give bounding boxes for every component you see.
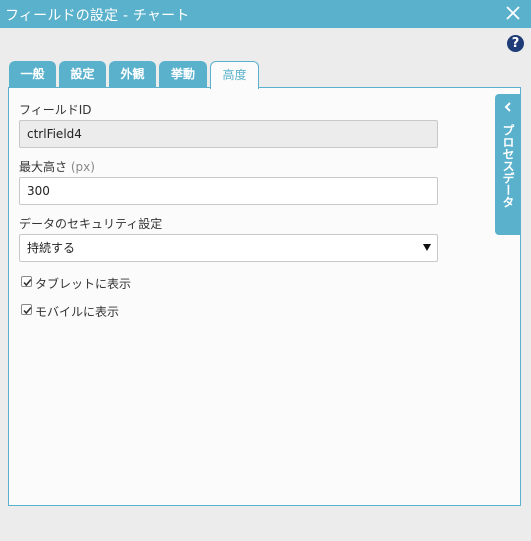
field-id-label: フィールドID	[19, 103, 92, 117]
show-tablet-label[interactable]: タブレットに表示	[35, 275, 131, 292]
process-data-tab[interactable]: プロセスデータ	[495, 94, 521, 235]
max-height-input[interactable]: 300	[19, 177, 438, 205]
settings-panel	[8, 87, 521, 506]
security-select-value: 持続する	[27, 241, 76, 255]
tab-settings[interactable]: 設定	[59, 61, 106, 88]
security-label: データのセキュリティ設定	[19, 217, 163, 231]
caret-down-icon	[423, 244, 431, 251]
help-icon[interactable]: ?	[507, 35, 524, 52]
security-select[interactable]: 持続する	[19, 234, 438, 262]
max-height-label-text: 最大高さ	[19, 160, 68, 174]
chevron-left-icon	[503, 101, 513, 116]
tab-general[interactable]: 一般	[9, 61, 56, 88]
max-height-unit: (px)	[70, 160, 95, 174]
tab-advanced[interactable]: 高度	[210, 61, 259, 89]
tab-behavior[interactable]: 挙動	[159, 61, 207, 88]
show-mobile-label[interactable]: モバイルに表示	[35, 303, 119, 320]
close-icon[interactable]	[504, 4, 522, 22]
checkmark-icon	[23, 278, 32, 287]
tab-appearance[interactable]: 外観	[109, 61, 156, 88]
max-height-label: 最大高さ (px)	[19, 158, 95, 175]
checkmark-icon	[23, 306, 32, 315]
show-tablet-checkbox[interactable]	[21, 276, 32, 287]
field-id-input[interactable]: ctrlField4	[19, 120, 438, 148]
title-bar: フィールドの設定 - チャート	[0, 0, 531, 28]
window-title: フィールドの設定 - チャート	[5, 8, 190, 24]
process-data-label: プロセスデータ	[501, 124, 515, 208]
show-mobile-checkbox[interactable]	[21, 304, 32, 315]
